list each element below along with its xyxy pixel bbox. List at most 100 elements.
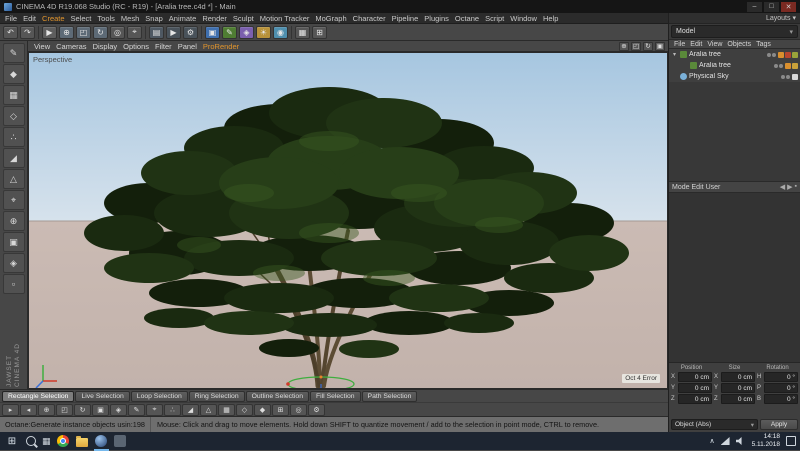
object-name[interactable]: Physical Sky [689,73,729,80]
menu-mesh[interactable]: Mesh [118,14,142,23]
viewport-menu-prorender[interactable]: ProRender [200,42,242,51]
grid-icon[interactable]: ⊞ [312,26,327,39]
tab-mode[interactable]: Mode [672,184,690,191]
cube-primitive-icon[interactable]: ▣ [205,26,220,39]
workplane-mode-icon[interactable]: ◇ [3,106,25,126]
points-mode-icon[interactable]: ∴ [3,127,25,147]
menu-window[interactable]: Window [507,14,540,23]
menu-sculpt[interactable]: Sculpt [230,14,257,23]
object-row-physical-sky[interactable]: Physical Sky [669,71,800,82]
rotate-icon[interactable]: ↻ [93,26,108,39]
om-menu-edit[interactable]: Edit [688,41,704,48]
move-icon[interactable]: ⊕ [59,26,74,39]
search-icon[interactable] [26,436,36,446]
cinema4d-taskbar-icon[interactable] [95,435,108,448]
tool-icon[interactable]: ⊞ [272,404,289,416]
close-button[interactable]: ✕ [781,2,796,12]
polygons-mode-icon[interactable]: △ [3,169,25,189]
maximize-button[interactable]: □ [764,2,779,12]
undo-icon[interactable]: ↶ [3,26,18,39]
light-icon[interactable]: ☀ [256,26,271,39]
viewport-menu-options[interactable]: Options [120,42,152,51]
menu-file[interactable]: File [2,14,20,23]
om-menu-objects[interactable]: Objects [725,41,753,48]
scale-icon[interactable]: ◰ [76,26,91,39]
position-y-field[interactable]: 0 cm [678,383,712,393]
minimize-button[interactable]: – [747,2,762,12]
tag-chips[interactable] [792,74,798,80]
viewport-menu-display[interactable]: Display [90,42,121,51]
viewport-menu-cameras[interactable]: Cameras [53,42,89,51]
last-tool-icon[interactable]: ◎ [110,26,125,39]
visibility-dots[interactable] [767,53,776,57]
tool-icon[interactable]: ◎ [290,404,307,416]
network-icon[interactable] [721,437,730,445]
live-selection-icon[interactable]: ▶ [42,26,57,39]
notification-center-icon[interactable] [786,436,796,446]
tool-icon[interactable]: ▸ [2,404,19,416]
tool-icon[interactable]: ⚙ [308,404,325,416]
rectangle-selection-button[interactable]: Rectangle Selection [2,391,74,402]
enable-axis-icon[interactable]: ⌖ [3,190,25,210]
camera-icon[interactable]: ◉ [273,26,288,39]
menu-mograph[interactable]: MoGraph [312,14,349,23]
tag-chips[interactable] [778,52,798,58]
object-row-aralia-tree-child[interactable]: Aralia tree [669,60,800,71]
object-name[interactable]: Aralia tree [699,62,731,69]
object-name[interactable]: Aralia tree [689,51,721,58]
file-explorer-icon[interactable] [76,435,89,448]
render-picture-viewer-icon[interactable]: ▶ [166,26,181,39]
zoom-view-icon[interactable]: ◰ [631,42,641,51]
apply-button[interactable]: Apply [760,419,798,430]
menu-motion-tracker[interactable]: Motion Tracker [257,14,313,23]
display-mode-icon[interactable]: ▦ [295,26,310,39]
position-z-field[interactable]: 0 cm [678,394,712,404]
edges-mode-icon[interactable]: ◢ [3,148,25,168]
viewport-canvas[interactable]: Perspective Oct 4 Error [28,52,668,389]
history-forward-icon[interactable]: ▶ [787,183,792,191]
viewport-menu-view[interactable]: View [31,42,53,51]
snap-icon[interactable]: ▫ [3,274,25,294]
om-menu-tags[interactable]: Tags [754,41,773,48]
menu-snap[interactable]: Snap [142,14,166,23]
outline-selection-button[interactable]: Outline Selection [246,391,309,402]
tool-icon[interactable]: ◢ [182,404,199,416]
om-menu-file[interactable]: File [672,41,687,48]
rotation-b-field[interactable]: 0 ° [764,394,798,404]
position-x-field[interactable]: 0 cm [678,372,712,382]
workplane-icon[interactable]: ▣ [3,232,25,252]
tool-icon[interactable]: ◇ [236,404,253,416]
layout-dropdown[interactable]: Model ▾ [671,25,798,38]
rotate-view-icon[interactable]: ↻ [643,42,653,51]
tool-icon[interactable]: ▦ [218,404,235,416]
menu-script[interactable]: Script [482,14,507,23]
render-view-icon[interactable]: ▤ [149,26,164,39]
task-view-icon[interactable]: ▦ [42,436,51,447]
visibility-dots[interactable] [781,75,790,79]
menu-create[interactable]: Create [39,14,68,23]
model-mode-icon[interactable]: ◆ [3,64,25,84]
viewport-solo-icon[interactable]: ⊕ [3,211,25,231]
tool-icon[interactable]: ✎ [128,404,145,416]
tool-icon[interactable]: ⊕ [38,404,55,416]
tool-icon[interactable]: ▣ [92,404,109,416]
ring-selection-button[interactable]: Ring Selection [189,391,245,402]
chrome-icon[interactable] [57,435,70,448]
rotation-p-field[interactable]: 0 ° [764,383,798,393]
om-menu-view[interactable]: View [705,41,724,48]
menu-select[interactable]: Select [68,14,95,23]
size-x-field[interactable]: 0 cm [721,372,755,382]
tag-chips[interactable] [785,63,798,69]
lock-icon[interactable]: ▪ [795,183,797,191]
menu-render[interactable]: Render [199,14,230,23]
pinned-app-icon[interactable] [114,435,127,448]
start-button[interactable]: ⊞ [4,436,20,447]
menu-octane[interactable]: Octane [452,14,482,23]
deformer-icon[interactable]: ◈ [3,253,25,273]
tool-icon[interactable]: △ [200,404,217,416]
menu-tools[interactable]: Tools [94,14,118,23]
rotation-h-field[interactable]: 0 ° [764,372,798,382]
tool-icon[interactable]: ◈ [110,404,127,416]
toggle-view-icon[interactable]: ▣ [655,42,665,51]
viewport-menu-filter[interactable]: Filter [152,42,175,51]
